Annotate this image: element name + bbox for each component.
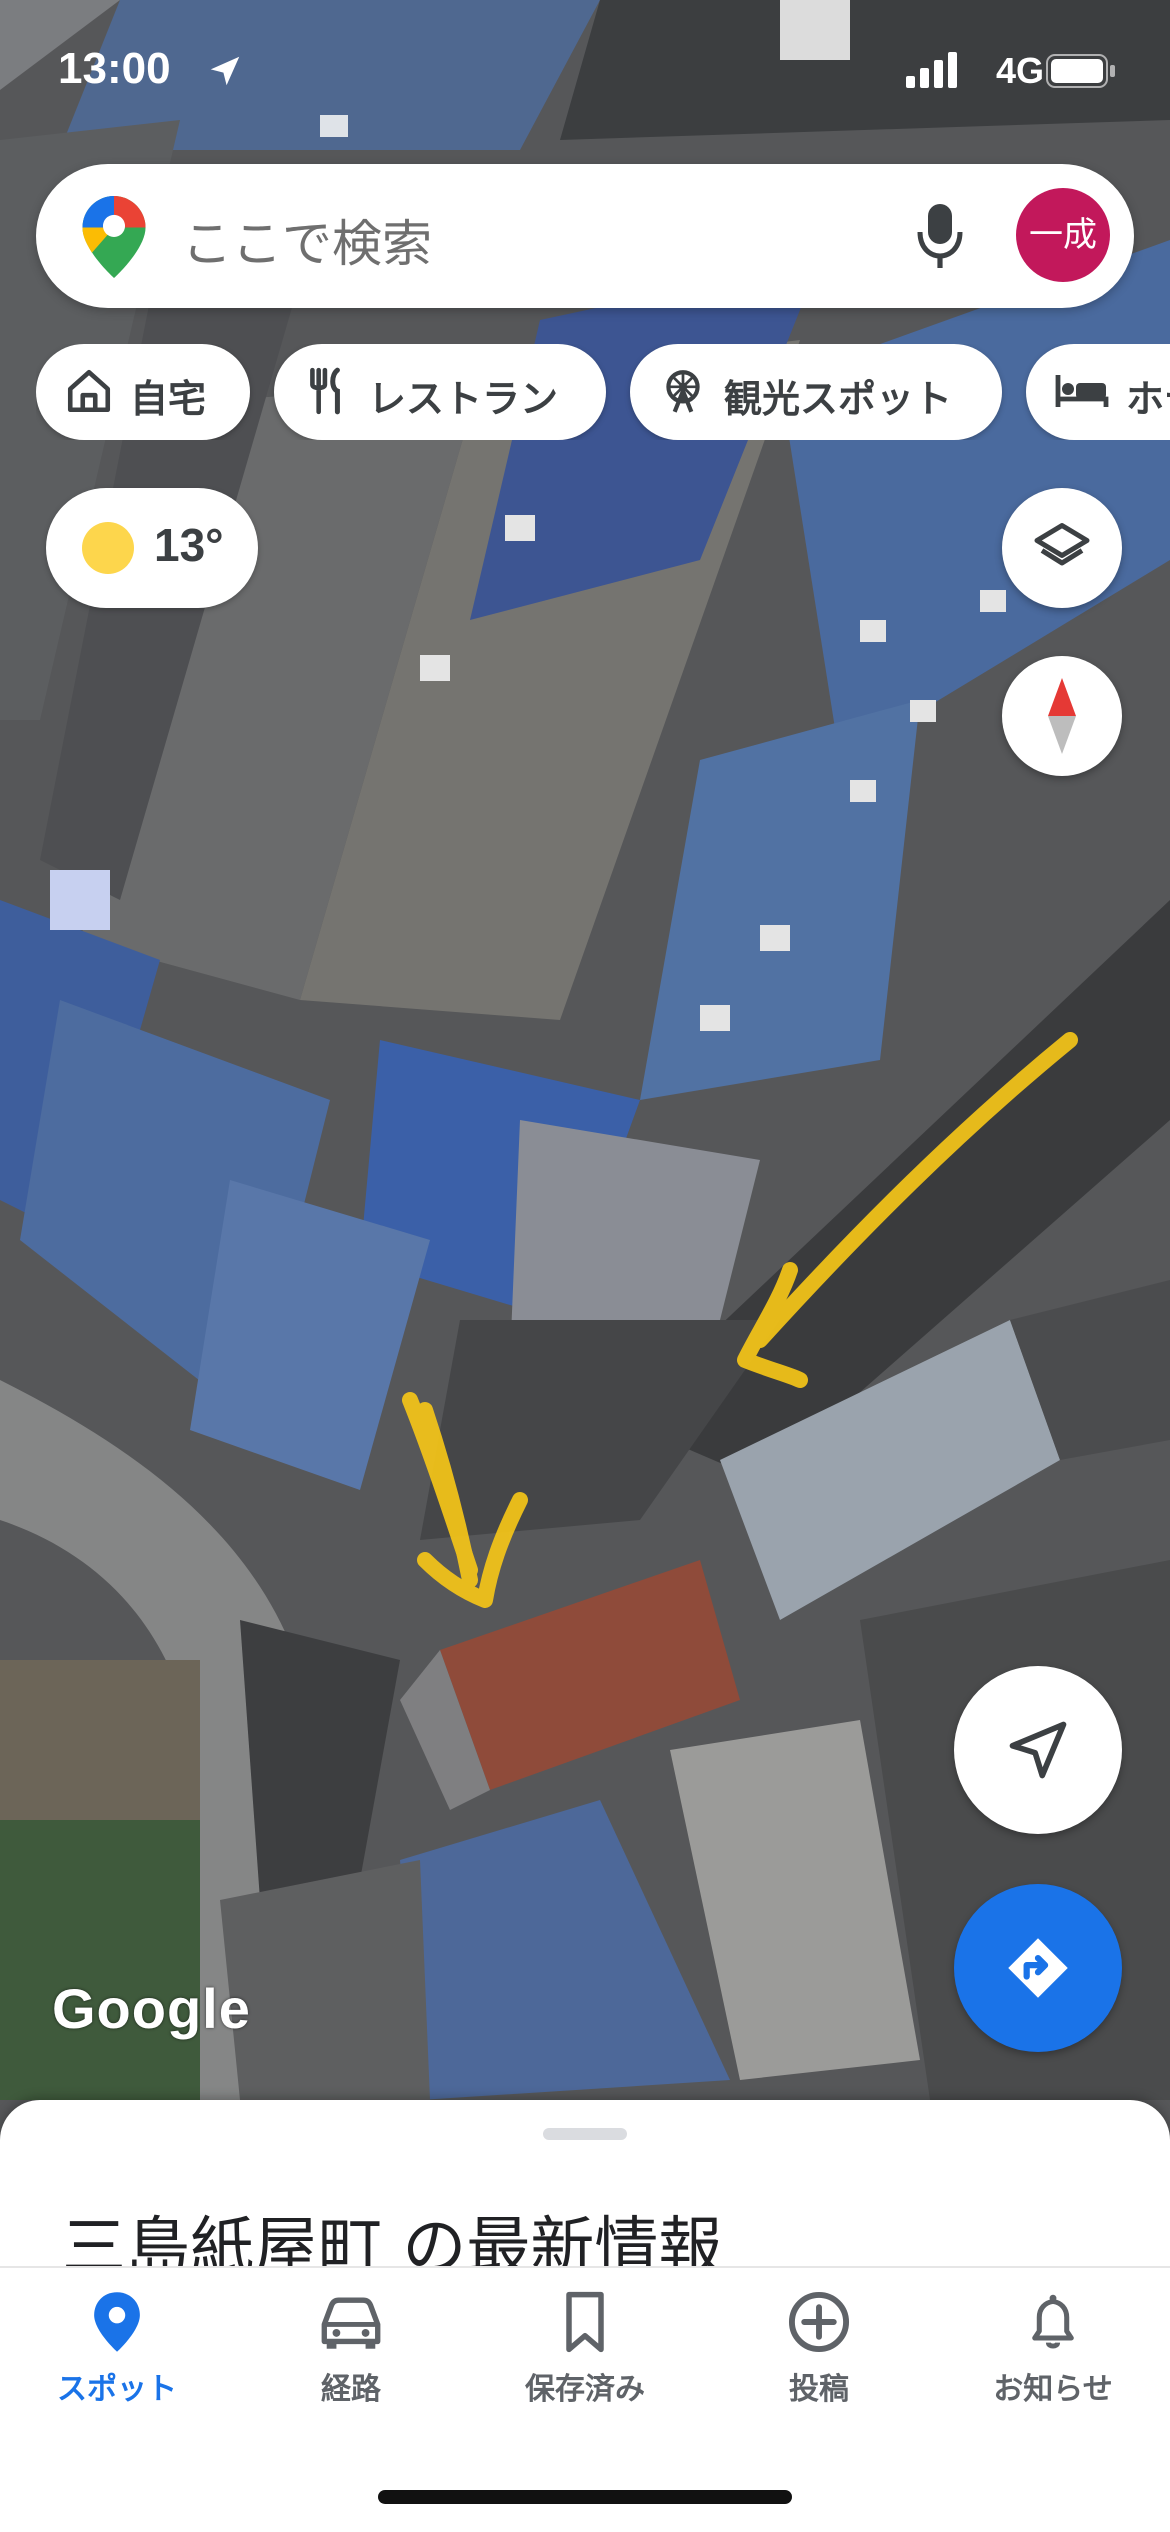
- nav-label-contribute: 投稿: [789, 2372, 849, 2407]
- bookmark-icon: [566, 2291, 604, 2353]
- nav-item-updates[interactable]: お知らせ: [936, 2290, 1170, 2440]
- nav-label-updates: お知らせ: [993, 2372, 1113, 2407]
- search-input[interactable]: ここで検索: [182, 204, 432, 276]
- navigation-arrow-icon: [1009, 1721, 1067, 1779]
- nav-item-go[interactable]: 経路: [234, 2290, 468, 2440]
- directions-icon: [1008, 1938, 1068, 1998]
- compass-button[interactable]: [1002, 656, 1122, 776]
- nav-label-saved: 保存済み: [525, 2372, 645, 2407]
- cellular-signal-icon: [906, 52, 957, 88]
- location-pin-icon: [94, 2292, 140, 2352]
- layers-icon: [1034, 523, 1090, 566]
- google-maps-pin-icon: [82, 196, 146, 278]
- directions-button[interactable]: [954, 1884, 1122, 2052]
- chip-restaurant[interactable]: レストラン: [274, 344, 606, 440]
- network-type: 4G: [996, 50, 1045, 91]
- chip-home-label: 自宅: [130, 377, 207, 421]
- chip-home[interactable]: 自宅: [36, 344, 250, 440]
- restaurant-icon: [310, 367, 340, 415]
- bell-icon: [1032, 2294, 1074, 2349]
- nav-item-explore[interactable]: スポット: [0, 2290, 234, 2440]
- ferris-wheel-icon: [666, 370, 700, 413]
- add-circle-icon: [788, 2291, 850, 2353]
- my-location-button[interactable]: [954, 1666, 1122, 1834]
- battery-icon: [1046, 54, 1115, 88]
- weather-temperature: 13°: [154, 519, 224, 571]
- location-arrow-icon: [210, 56, 240, 86]
- car-icon: [321, 2297, 381, 2349]
- nav-item-contribute[interactable]: 投稿: [702, 2290, 936, 2440]
- compass-icon: [1048, 678, 1076, 754]
- home-icon: [67, 369, 111, 413]
- home-indicator[interactable]: [378, 2490, 792, 2504]
- nav-item-saved[interactable]: 保存済み: [468, 2290, 702, 2440]
- status-time: 13:00: [58, 44, 171, 93]
- nav-label-explore: スポット: [57, 2372, 177, 2407]
- weather-chip[interactable]: 13°: [46, 488, 258, 608]
- google-attribution: Google: [52, 1977, 251, 2040]
- map-layers-button[interactable]: [1002, 488, 1122, 608]
- status-bar: 13:00 4G: [0, 0, 1170, 140]
- chip-restaurant-label: レストラン: [368, 377, 559, 421]
- sheet-drag-handle[interactable]: [543, 2128, 627, 2140]
- category-chips: 自宅 レストラン 観光スポット ホテル: [36, 344, 1170, 440]
- chip-hotel[interactable]: ホテル: [1026, 344, 1170, 440]
- chip-hotel-label: ホテル: [1126, 377, 1170, 421]
- account-avatar[interactable]: 一成: [1016, 188, 1110, 282]
- chip-sightseeing[interactable]: 観光スポット: [630, 344, 1002, 440]
- chip-sightseeing-label: 観光スポット: [724, 377, 953, 421]
- search-bar[interactable]: ここで検索 一成: [36, 164, 1134, 308]
- hotel-bed-icon: [1055, 375, 1109, 407]
- sun-icon: [82, 522, 134, 574]
- microphone-icon[interactable]: [916, 200, 964, 272]
- nav-label-go: 経路: [321, 2372, 381, 2407]
